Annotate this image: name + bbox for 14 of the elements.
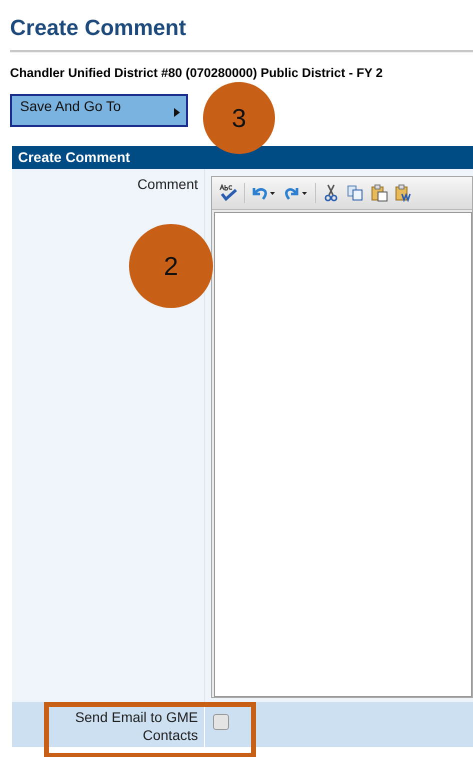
send-email-checkbox[interactable] — [213, 714, 229, 730]
page-title: Create Comment — [10, 14, 188, 41]
clipboard-icon[interactable] — [370, 184, 388, 202]
spellcheck-icon[interactable] — [218, 184, 238, 202]
scissors-icon[interactable] — [322, 184, 340, 202]
district-heading: Chandler Unified District #80 (070280000) Public District - FY 2 — [10, 65, 384, 81]
save-and-go-to-button[interactable]: Save And Go To — [10, 94, 188, 127]
send-email-label: Send Email to GME Contacts — [74, 708, 198, 744]
comment-label: Comment — [137, 176, 198, 192]
caret-icon — [174, 108, 180, 117]
clipboard-icon[interactable] — [394, 184, 412, 202]
copy-icon[interactable] — [346, 184, 364, 202]
step-callout: 3 — [203, 82, 275, 154]
panel-header: Create Comment — [12, 146, 473, 169]
